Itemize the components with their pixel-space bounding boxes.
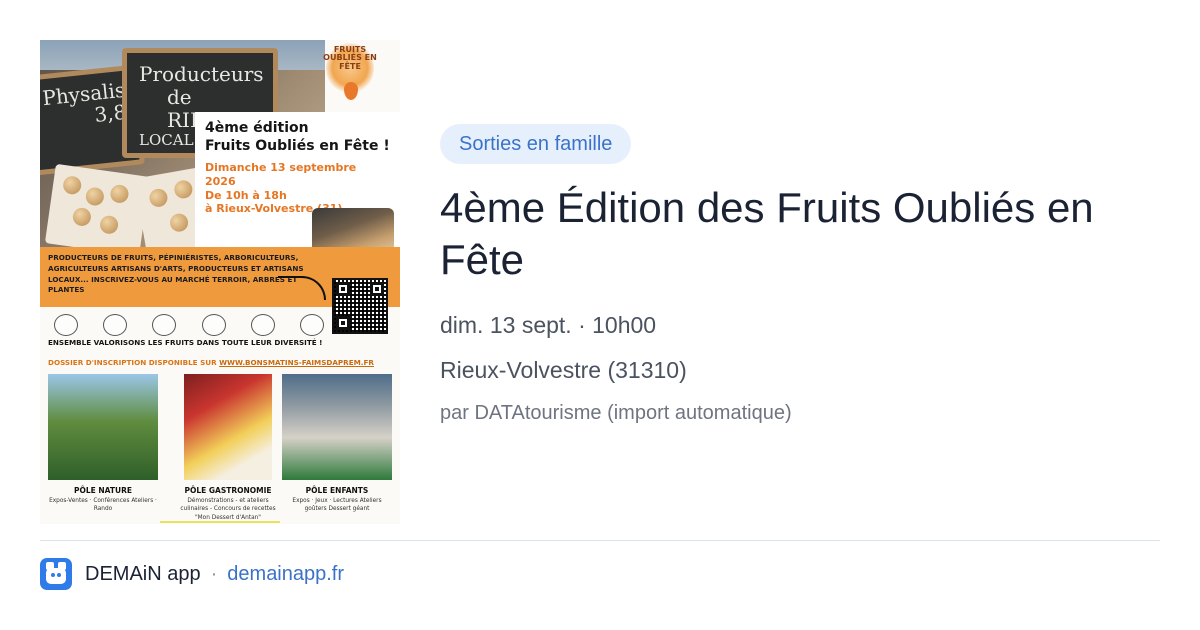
pole-desc: Expos · Jeux · Lectures Ateliers goûters… <box>292 498 382 513</box>
category-badge[interactable]: Sorties en famille <box>440 124 632 164</box>
logo-drop-icon <box>344 82 358 100</box>
poster-tagline: ENSEMBLE VALORISONS LES FRUITS DANS TOUT… <box>48 338 323 347</box>
event-location: Rieux-Volvestre (31310) <box>440 357 687 383</box>
app-name: DEMAiN app <box>85 562 201 585</box>
physalis-fruit <box>172 178 194 200</box>
physalis-fruit <box>109 183 130 205</box>
pole-nature: PÔLE NATURE Expos-Ventes · Conférences A… <box>48 374 158 514</box>
poster-time: De 10h à 18h <box>205 188 287 202</box>
footer-separator: · <box>210 562 218 585</box>
qr-corner <box>336 316 350 330</box>
qr-corner <box>336 282 350 296</box>
pole-enfants-photo <box>282 374 392 480</box>
pole-nature-photo <box>48 374 158 480</box>
pole-name: PÔLE NATURE <box>74 486 132 495</box>
physalis-fruit <box>98 214 120 235</box>
poster-fruit-illustrations <box>54 310 324 340</box>
event-datetime: dim. 13 sept. · 10h00 <box>440 312 657 338</box>
poster-bottom-line <box>160 521 280 523</box>
poster-dossier-url: WWW.BONSMATINS-FAIMSDAPREM.FR <box>219 358 374 367</box>
fruit-tray <box>44 163 151 257</box>
poster-edition: 4ème édition <box>205 120 309 136</box>
chalk-right-line1: Producteurs <box>139 62 264 86</box>
chalk-left-price: 3,8 <box>93 99 128 127</box>
pole-gastronomie: PÔLE GASTRONOMIE Démonstrations - et ate… <box>173 374 283 522</box>
qr-code-icon <box>332 278 388 334</box>
poster-date: Dimanche 13 septembre 2026 <box>205 161 357 188</box>
poster-festival-name: Fruits Oubliés en Fête ! <box>205 137 390 154</box>
poster-dossier: DOSSIER D'INSCRIPTION DISPONIBLE SUR WWW… <box>48 358 374 367</box>
physalis-icon <box>299 314 324 336</box>
pole-desc: Expos-Ventes · Conférences Ateliers · Ra… <box>49 498 157 513</box>
event-title[interactable]: 4ème Édition des Fruits Oubliés en Fête <box>440 182 1160 286</box>
footer-divider <box>40 540 1160 541</box>
poster-dossier-prefix: DOSSIER D'INSCRIPTION DISPONIBLE SUR <box>48 358 220 367</box>
event-source: par DATAtourisme (import automatique) <box>440 402 792 424</box>
event-poster-image[interactable]: Physalis 3,8 Producteurs de RIEUX LOCAL … <box>40 40 400 524</box>
app-icon-face <box>46 568 66 584</box>
pole-name: PÔLE ENFANTS <box>305 486 369 495</box>
app-icon-eye <box>51 573 55 577</box>
pole-gastronomie-photo <box>184 374 272 480</box>
app-domain-link[interactable]: demainapp.fr <box>227 563 344 586</box>
physalis-fruit <box>148 187 169 209</box>
logo-text: FRUITS OUBLIÉS EN FÊTE <box>323 45 377 71</box>
physalis-fruit <box>168 212 190 234</box>
festival-logo: FRUITS OUBLIÉS EN FÊTE <box>318 40 382 110</box>
physalis-fruit <box>62 175 83 196</box>
quince-icon <box>152 314 177 336</box>
app-icon-eye <box>57 573 61 577</box>
qr-corner <box>370 282 384 296</box>
nut-icon <box>103 314 128 336</box>
medlar-icon <box>201 314 226 336</box>
pole-name: PÔLE GASTRONOMIE <box>184 486 272 495</box>
footer: DEMAiN app · demainapp.fr <box>40 558 344 590</box>
pole-desc: Démonstrations - et ateliers culinaires … <box>180 498 276 521</box>
mulberry-icon <box>250 314 275 336</box>
apple-icon <box>54 314 78 336</box>
physalis-fruit <box>84 186 106 207</box>
physalis-fruit <box>71 206 93 228</box>
pole-enfants: PÔLE ENFANTS Expos · Jeux · Lectures Ate… <box>282 374 392 514</box>
demain-app-icon <box>40 558 72 590</box>
